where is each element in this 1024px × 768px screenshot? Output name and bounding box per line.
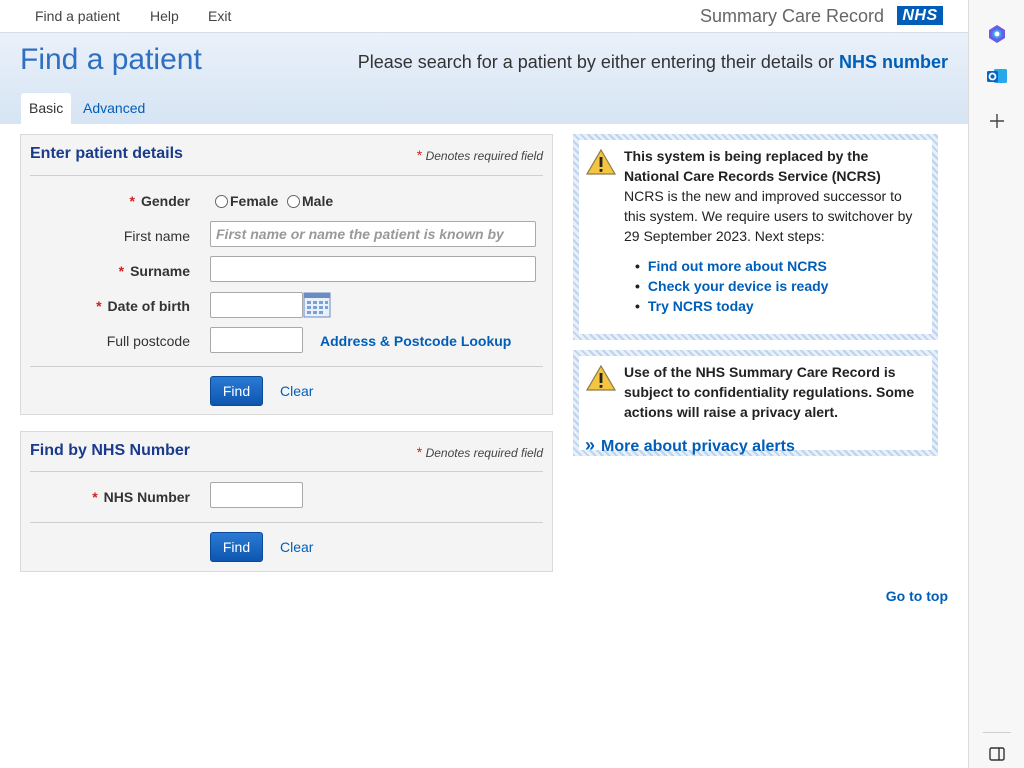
link-text[interactable]: Try NCRS today <box>648 298 754 314</box>
ncrs-link-find-out-more[interactable]: • Find out more about NCRS <box>635 256 828 276</box>
nhs-number-panel: Find by NHS Number * Denotes required fi… <box>20 431 553 572</box>
required-star: * <box>416 444 423 460</box>
notice-body: This system is being replaced by the Nat… <box>579 140 932 334</box>
radio-label: Male <box>302 193 334 209</box>
go-to-top-link[interactable]: Go to top <box>886 588 948 604</box>
nhs-number-link[interactable]: NHS number <box>839 52 948 72</box>
top-nav: Find a patient Help Exit Summary Care Re… <box>0 0 968 33</box>
chevron-double-right-icon: » <box>585 435 596 455</box>
link-text[interactable]: Find out more about NCRS <box>648 258 827 274</box>
browser-sidebar <box>968 0 1024 768</box>
gender-male-radio[interactable]: Male <box>287 193 333 209</box>
surname-label-text: Surname <box>130 263 190 279</box>
surname-input[interactable] <box>210 256 536 282</box>
divider <box>30 366 543 367</box>
required-note-text: Denotes required field <box>425 446 543 460</box>
ncrs-link-check-device[interactable]: • Check your device is ready <box>635 276 828 296</box>
bullet: • <box>635 278 640 294</box>
find-button[interactable]: Find <box>210 376 263 406</box>
required-note: * Denotes required field <box>417 444 543 460</box>
radio-circle[interactable] <box>215 195 228 208</box>
ncrs-links: • Find out more about NCRS • Check your de… <box>635 256 828 316</box>
dob-label-text: Date of birth <box>107 298 190 314</box>
link-text[interactable]: More about privacy alerts <box>601 438 795 455</box>
postcode-input[interactable] <box>210 327 303 353</box>
bullet: • <box>635 258 640 274</box>
required-star: * <box>92 489 98 505</box>
divider <box>983 732 1011 733</box>
divider <box>30 522 543 523</box>
page-title: Find a patient <box>20 43 202 76</box>
bullet: • <box>635 298 640 314</box>
required-star: * <box>118 263 125 279</box>
required-note-text: Denotes required field <box>425 149 543 163</box>
calendar-icon[interactable] <box>303 292 331 318</box>
tab-basic[interactable]: Basic <box>21 93 72 124</box>
notice-text: This system is being replaced by the Nat… <box>624 146 924 246</box>
brand-title: Summary Care Record <box>699 6 884 26</box>
intro-message: Please search for a patient by either en… <box>357 52 834 72</box>
first-name-input[interactable] <box>210 221 536 247</box>
nav-exit[interactable]: Exit <box>208 8 231 24</box>
panel-title: Find by NHS Number <box>30 442 191 459</box>
clear-link[interactable]: Clear <box>280 539 313 555</box>
dob-label: * Date of birth <box>96 298 190 314</box>
page: Find a patient Help Exit Summary Care Re… <box>0 0 968 768</box>
clear-link[interactable]: Clear <box>280 383 313 399</box>
panel-title: Enter patient details <box>30 145 183 162</box>
privacy-text: Use of the NHS Summary Care Record is su… <box>624 364 915 420</box>
nhs-number-label: * NHS Number <box>92 489 190 505</box>
header-band: Find a patient Please search for a patie… <box>0 33 968 124</box>
tab-advanced[interactable]: Advanced <box>75 93 153 124</box>
privacy-alerts-link[interactable]: » More about privacy alerts <box>585 435 795 456</box>
required-note: * Denotes required field <box>417 147 543 163</box>
nhs-number-input[interactable] <box>210 482 303 508</box>
postcode-label: Full postcode <box>106 333 190 349</box>
required-star: * <box>96 298 102 314</box>
notice-heading: This system is being replaced by the <box>624 148 869 164</box>
intro-text: Please search for a patient by either en… <box>358 52 948 73</box>
privacy-notice: Use of the NHS Summary Care Record is su… <box>573 350 938 456</box>
notice-body-text: NCRS is the new and improved successor t… <box>624 188 913 244</box>
gender-label-text: Gender <box>140 193 190 209</box>
ncrs-link-try-ncrs[interactable]: • Try NCRS today <box>635 296 828 316</box>
link-text[interactable]: Check your device is ready <box>648 278 829 294</box>
required-star: * <box>129 193 135 209</box>
warning-icon <box>585 148 617 175</box>
warning-icon <box>585 364 617 391</box>
surname-label: * Surname <box>119 263 190 279</box>
gender-female-radio[interactable]: Female <box>215 193 278 209</box>
notice-heading: National Care Records Service (NCRS) <box>624 168 881 184</box>
address-lookup-link[interactable]: Address & Postcode Lookup <box>320 333 511 349</box>
gender-label: * Gender <box>130 193 190 209</box>
dob-input[interactable] <box>210 292 303 318</box>
patient-details-panel: Enter patient details * Denotes required… <box>20 134 553 415</box>
nhs-logo: NHS <box>897 6 943 25</box>
first-name-label: First name <box>123 228 190 244</box>
copilot-icon[interactable] <box>985 22 1009 46</box>
divider <box>30 471 543 472</box>
nhs-number-label-text: NHS Number <box>103 489 190 505</box>
outlook-icon[interactable] <box>985 64 1009 88</box>
divider <box>30 175 543 176</box>
nav-help[interactable]: Help <box>150 8 179 24</box>
find-button[interactable]: Find <box>210 532 263 562</box>
sidebar-toggle-icon[interactable] <box>985 742 1009 766</box>
radio-label: Female <box>230 193 279 209</box>
add-icon[interactable] <box>985 109 1009 133</box>
notice-body: Use of the NHS Summary Care Record is su… <box>579 356 932 455</box>
radio-circle[interactable] <box>287 195 300 208</box>
required-star: * <box>416 147 423 163</box>
ncrs-notice: This system is being replaced by the Nat… <box>573 134 938 340</box>
nav-find-patient[interactable]: Find a patient <box>35 8 120 24</box>
